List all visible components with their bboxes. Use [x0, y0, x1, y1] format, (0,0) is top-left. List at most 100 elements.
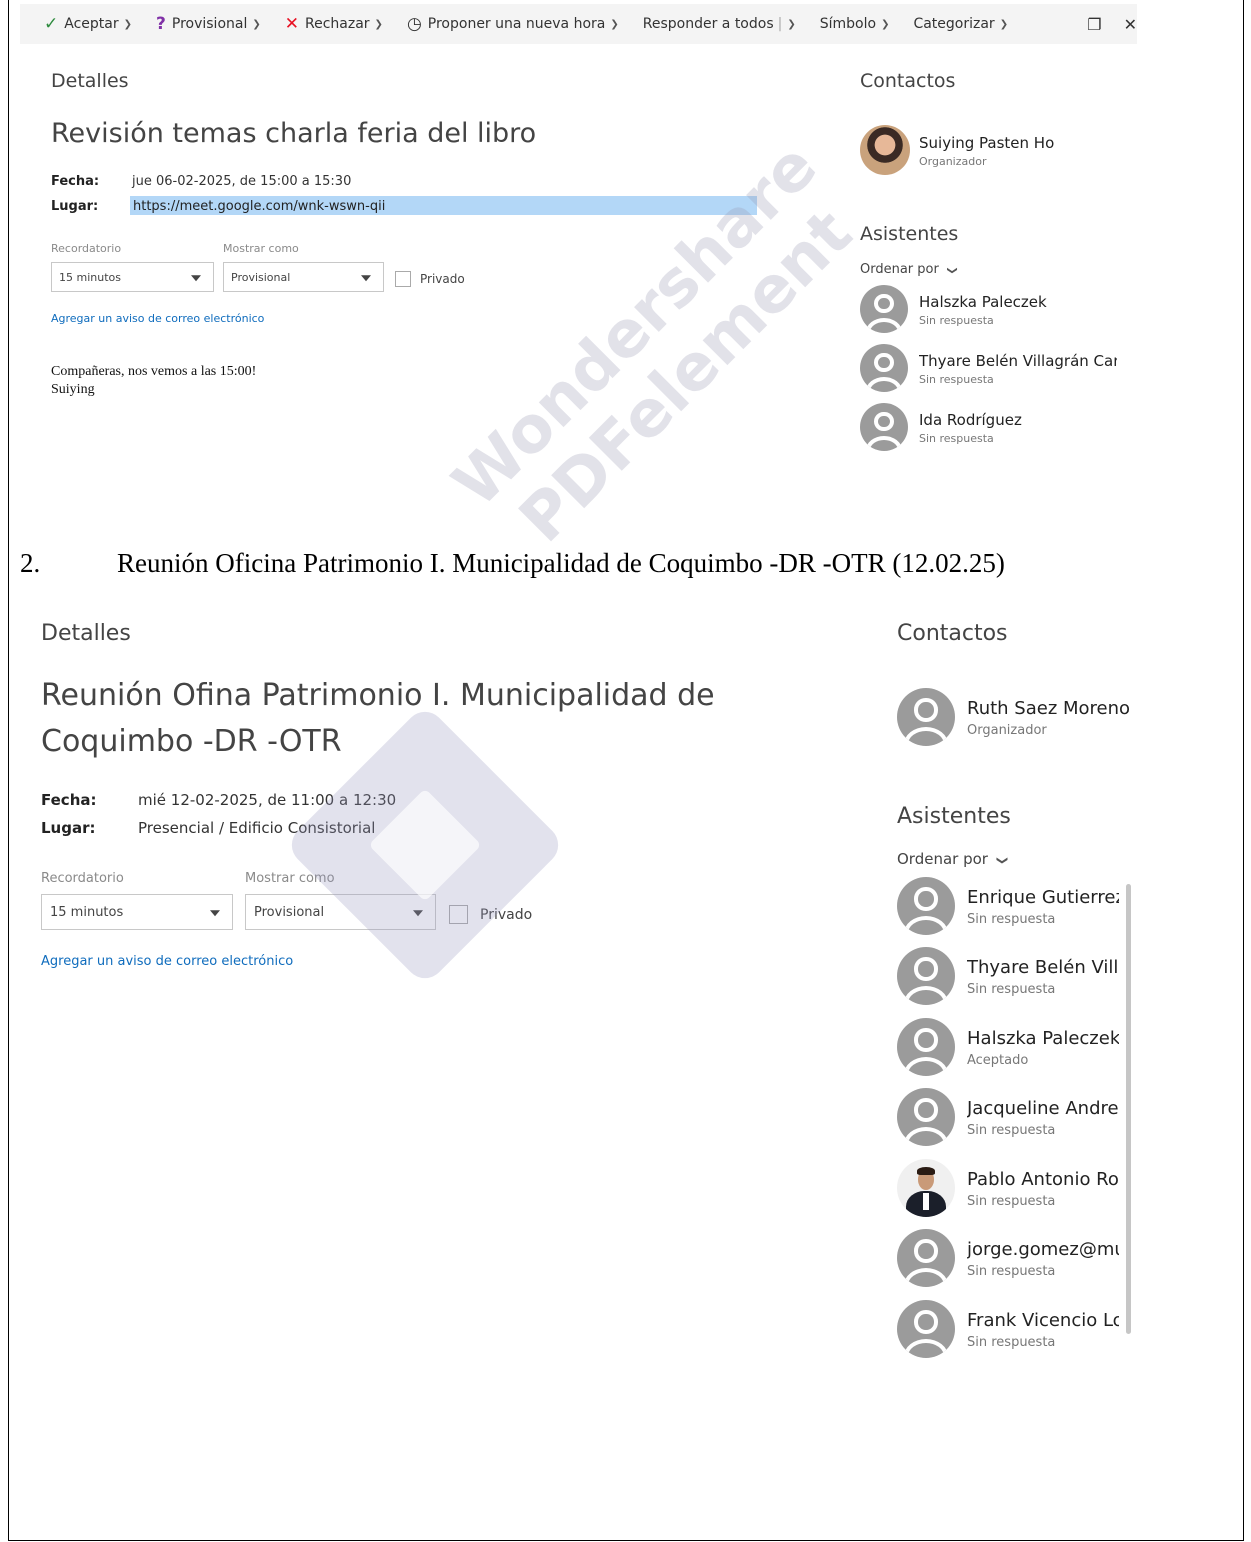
details-heading: Detalles: [41, 621, 131, 646]
propose-time-button[interactable]: ◷ Proponer una nueva hora ❯: [407, 14, 619, 34]
details-heading: Detalles: [51, 70, 129, 92]
person-avatar: [897, 1088, 955, 1146]
place-label: Lugar:: [41, 819, 96, 837]
reminder-value: 15 minutos: [50, 905, 124, 920]
reminder-value: 15 minutos: [59, 271, 121, 284]
symbol-button[interactable]: Símbolo ❯: [820, 16, 890, 32]
person-avatar: [897, 877, 955, 935]
body-line-2: Suiying: [51, 382, 95, 397]
organizer-avatar[interactable]: [897, 688, 955, 746]
organizer-name[interactable]: Ruth Saez Moreno: [967, 698, 1130, 719]
attendee-name: Pablo Antonio Ro: [967, 1169, 1119, 1190]
attendee-status: Sin respuesta: [967, 1194, 1056, 1209]
dropdown-arrow-icon: [361, 275, 371, 282]
check-icon: ✓: [44, 14, 59, 34]
event-title-line-2: Coquimbo -DR -OTR: [41, 724, 342, 759]
reminder-label: Recordatorio: [51, 242, 122, 255]
organizer-name[interactable]: Suiying Pasten Ho: [919, 134, 1054, 152]
show-as-label: Mostrar como: [245, 871, 335, 886]
chevron-down-icon: ❯: [374, 18, 383, 30]
attendees-heading: Asistentes: [860, 223, 959, 245]
sort-by-button[interactable]: Ordenar por ❯: [897, 850, 1009, 868]
section-title: Reunión Oficina Patrimonio I. Municipali…: [117, 548, 1005, 578]
date-value: mié 12-02-2025, de 11:00 a 12:30: [138, 791, 397, 809]
date-label: Fecha:: [41, 791, 97, 809]
show-as-select[interactable]: Provisional: [245, 894, 436, 930]
place-value: Presencial / Edificio Consistorial: [138, 819, 376, 837]
reminder-select[interactable]: 15 minutos: [51, 262, 214, 292]
person-avatar: [897, 947, 955, 1005]
chevron-down-icon: ❯: [999, 18, 1009, 30]
attendee-name: Ida Rodríguez: [919, 411, 1022, 429]
person-avatar: [860, 285, 908, 333]
event-title: Revisión temas charla feria del libro: [51, 118, 537, 149]
add-email-reminder-link[interactable]: Agregar un aviso de correo electrónico: [51, 312, 264, 325]
dropdown-arrow-icon: [210, 910, 220, 917]
organizer-role: Organizador: [967, 723, 1047, 738]
tentative-button[interactable]: ? Provisional ❯: [156, 14, 261, 34]
show-as-value: Provisional: [231, 271, 291, 284]
reply-all-label: Responder a todos: [642, 16, 774, 32]
attendees-heading: Asistentes: [897, 804, 1011, 829]
contacts-heading: Contactos: [860, 70, 956, 92]
accept-button[interactable]: ✓ Aceptar ❯: [44, 14, 132, 34]
close-icon[interactable]: ✕: [1124, 15, 1137, 34]
person-avatar: [897, 1300, 955, 1358]
attendee-name: Thyare Belén Villagrán Caro: [919, 352, 1117, 370]
private-label: Privado: [420, 272, 465, 286]
attendees-scrollbar[interactable]: [1126, 884, 1131, 1334]
attendee-status: Sin respuesta: [919, 373, 994, 386]
private-checkbox[interactable]: [449, 905, 468, 924]
attendee-status: Sin respuesta: [967, 912, 1056, 927]
person-avatar: [860, 403, 908, 451]
decline-button[interactable]: ✕ Rechazar ❯: [285, 14, 383, 34]
attendee-name: Thyare Belén Villa: [967, 957, 1119, 978]
meeting-toolbar: ✓ Aceptar ❯ ? Provisional ❯ ✕ Rechazar ❯…: [20, 4, 1137, 44]
x-icon: ✕: [284, 14, 299, 34]
clock-icon: ◷: [406, 14, 422, 34]
split-divider: |: [777, 16, 783, 32]
attendee-name: Enrique Gutierrez: [967, 887, 1119, 908]
attendee-status: Sin respuesta: [967, 982, 1056, 997]
attendee-status: Sin respuesta: [967, 1335, 1056, 1350]
decline-label: Rechazar: [305, 16, 370, 32]
chevron-down-icon: ❯: [610, 18, 619, 30]
section-heading: 2. Reunión Oficina Patrimonio I. Municipa…: [20, 548, 1005, 579]
event-title-line-1: Reunión Ofina Patrimonio I. Municipalida…: [41, 678, 715, 713]
chevron-down-icon: ❯: [123, 18, 132, 30]
date-label: Fecha:: [51, 174, 100, 189]
popout-icon[interactable]: ❐: [1087, 15, 1101, 34]
sort-by-button[interactable]: Ordenar por ❯: [860, 262, 958, 277]
date-value: jue 06-02-2025, de 15:00 a 15:30: [132, 174, 352, 189]
attendee-name: Jacqueline Andrea: [967, 1098, 1119, 1119]
show-as-select[interactable]: Provisional: [223, 262, 384, 292]
attendee-name: Halszka Paleczek: [919, 293, 1047, 311]
dropdown-arrow-icon: [413, 910, 423, 917]
show-as-label: Mostrar como: [223, 242, 299, 255]
sort-by-label: Ordenar por: [897, 850, 988, 868]
reminder-select[interactable]: 15 minutos: [41, 894, 233, 930]
person-avatar: [897, 1018, 955, 1076]
chevron-down-icon: ❯: [946, 266, 958, 275]
attendee-status: Sin respuesta: [967, 1123, 1056, 1138]
show-as-value: Provisional: [254, 905, 325, 920]
accept-label: Aceptar: [64, 16, 119, 32]
question-icon: ?: [156, 14, 166, 34]
attendee-status: Aceptado: [967, 1053, 1029, 1068]
private-checkbox[interactable]: [395, 271, 411, 287]
tentative-label: Provisional: [171, 16, 248, 32]
dropdown-arrow-icon: [191, 275, 201, 282]
person-avatar: [860, 344, 908, 392]
reminder-label: Recordatorio: [41, 871, 124, 886]
categorize-button[interactable]: Categorizar ❯: [913, 16, 1008, 32]
attendee-status: Sin respuesta: [919, 432, 994, 445]
place-value[interactable]: https://meet.google.com/wnk-wswn-qii: [133, 199, 385, 214]
add-email-reminder-link[interactable]: Agregar un aviso de correo electrónico: [41, 954, 293, 969]
chevron-down-icon: ❯: [995, 855, 1009, 866]
attendee-name: Halszka Paleczek: [967, 1028, 1119, 1049]
organizer-avatar[interactable]: [860, 125, 910, 175]
reply-all-button[interactable]: Responder a todos | ❯: [643, 16, 796, 32]
person-photo-avatar: [897, 1159, 955, 1217]
attendee-name: Frank Vicencio Lo: [967, 1310, 1119, 1331]
attendee-status: Sin respuesta: [919, 314, 994, 327]
